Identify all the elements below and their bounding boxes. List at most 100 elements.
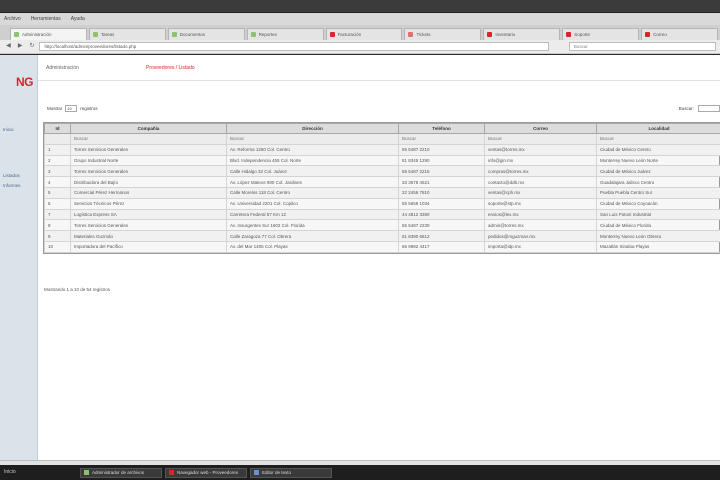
tab-label: Reportes bbox=[258, 32, 277, 37]
menu-item-ayuda[interactable]: Ayuda bbox=[71, 16, 85, 22]
table-search-control: Buscar: bbox=[679, 105, 720, 112]
main-content: Administración Proveedores / Listado Mos… bbox=[38, 55, 720, 460]
tab-favicon-icon bbox=[329, 32, 335, 37]
browser-tab[interactable]: Tareas bbox=[88, 28, 166, 40]
browser-tab[interactable]: Inventario bbox=[483, 28, 561, 40]
table-cell: Calle Zaragoza 77 Col. Obrera bbox=[226, 230, 399, 242]
tab-favicon-icon bbox=[92, 32, 98, 37]
tab-favicon-icon bbox=[645, 32, 651, 37]
table-cell: 33 3678 4521 bbox=[398, 176, 485, 188]
table-search-input[interactable] bbox=[698, 105, 720, 112]
column-header[interactable]: Id bbox=[44, 123, 71, 134]
table-cell: Ciudad de México Centro bbox=[596, 143, 720, 156]
table-row[interactable]: 3 Torres Servicios Generales Calle Hidalgo… bbox=[44, 165, 720, 178]
tab-label: Tickets bbox=[416, 32, 431, 37]
taskbar-item-label: Editor de texto bbox=[262, 470, 292, 475]
browser-tab[interactable]: Tickets bbox=[404, 28, 482, 40]
column-header[interactable]: Localidad bbox=[596, 123, 720, 134]
window-titlebar bbox=[0, 0, 720, 13]
table-cell: Servicios Técnicos Pérez bbox=[70, 197, 227, 210]
reload-icon[interactable]: ↻ bbox=[28, 42, 37, 51]
taskbar-item[interactable]: Editor de texto bbox=[250, 467, 332, 478]
menu-item-herramientas[interactable]: Herramientas bbox=[31, 16, 61, 22]
taskbar-item-label: Navegador web - Proveedores bbox=[177, 470, 239, 475]
table-cell: Av. Insurgentes Sur 1602 Col. Florida bbox=[226, 219, 399, 232]
taskbar-item[interactable]: Administrador de archivos bbox=[80, 467, 162, 478]
table-cell: Av. Universidad 2201 Col. Copilco bbox=[226, 197, 399, 210]
table-cell: Ciudad de México Florida bbox=[596, 219, 720, 232]
table-cell: 8 bbox=[44, 219, 71, 232]
table-cell: 4 bbox=[44, 176, 71, 188]
table-cell: Torres Servicios Generales bbox=[70, 165, 227, 178]
table-filter-row: Buscar Buscar Buscar Buscar Buscar bbox=[44, 133, 720, 145]
app-icon bbox=[254, 470, 259, 475]
table-cell: envios@lex.mx bbox=[484, 208, 597, 221]
table-cell: 5 bbox=[44, 186, 71, 199]
column-header[interactable]: Compañía bbox=[70, 123, 227, 134]
records-suffix-label: registros bbox=[80, 106, 98, 111]
tab-favicon-icon bbox=[566, 32, 572, 37]
table-row[interactable]: 8 Torres Servicios Generales Av. Insurgent… bbox=[44, 219, 720, 232]
column-header[interactable]: Teléfono bbox=[398, 123, 485, 134]
back-icon[interactable]: ◀ bbox=[4, 42, 13, 51]
table-search-label: Buscar: bbox=[678, 106, 694, 111]
table-cell: 81 8345 1290 bbox=[398, 154, 485, 167]
table-cell: pedidos@mguzman.mx bbox=[484, 230, 597, 242]
taskbar-item[interactable]: Navegador web - Proveedores bbox=[165, 467, 247, 478]
table-cell: Logística Express SA bbox=[70, 208, 227, 221]
column-header[interactable]: Dirección bbox=[226, 123, 399, 134]
browser-tab-bar: Administración Tareas Documentos Reportes Fa… bbox=[0, 25, 720, 40]
table-cell: San Luis Potosí Industrial bbox=[596, 208, 720, 221]
table-cell: Grupo Industrial Norte bbox=[70, 154, 227, 167]
column-filter-input[interactable] bbox=[44, 133, 71, 145]
browser-tab[interactable]: Reportes bbox=[246, 28, 324, 40]
table-row[interactable]: 7 Logística Express SA Carretera Federal 5… bbox=[44, 208, 720, 221]
forward-icon[interactable]: ▶ bbox=[16, 42, 25, 51]
table-row[interactable]: 2 Grupo Industrial Norte Blvd. Independenc… bbox=[44, 154, 720, 167]
browser-tab[interactable]: Correo bbox=[641, 28, 719, 40]
table-row[interactable]: 5 Comercial Pérez Hermanos Calle Morelos 1… bbox=[44, 186, 720, 199]
table-cell: 6 bbox=[44, 197, 71, 210]
table-cell: contacto@ddb.mx bbox=[484, 176, 597, 188]
app-logo[interactable]: NG bbox=[0, 73, 36, 91]
table-cell: Guadalajara Jalisco Centro bbox=[596, 176, 720, 188]
start-button[interactable]: Inicio bbox=[4, 468, 16, 477]
topnav-administracion[interactable]: Administración bbox=[46, 65, 79, 71]
table-row[interactable]: 1 Torres Servicios Generales Av. Reforma 1… bbox=[44, 143, 720, 156]
table-row[interactable]: 4 Distribuidora del Bajío Av. López Mateos… bbox=[44, 176, 720, 188]
browser-search-bar[interactable]: Buscar bbox=[568, 42, 716, 51]
sidebar: NG Inicio Listados Informes bbox=[0, 55, 38, 460]
table-cell: Torres Servicios Generales bbox=[70, 219, 227, 232]
sidebar-link-inicio[interactable]: Inicio bbox=[3, 127, 14, 132]
table-cell: 2 bbox=[44, 154, 71, 167]
column-filter-input[interactable]: Buscar bbox=[596, 133, 720, 145]
table-row[interactable]: 9 Materiales Guzmán Calle Zaragoza 77 Col.… bbox=[44, 230, 720, 242]
column-filter-input[interactable]: Buscar bbox=[398, 133, 485, 145]
table-cell: 3 bbox=[44, 165, 71, 178]
browser-tab[interactable]: Documentos bbox=[167, 28, 245, 40]
url-bar[interactable]: http://localhost/admin/proveedores/lista… bbox=[39, 42, 549, 51]
table-cell: info@gin.mx bbox=[484, 154, 597, 167]
table-cell: 7 bbox=[44, 208, 71, 221]
records-per-page-select[interactable]: 10 bbox=[65, 105, 78, 112]
tab-favicon-icon bbox=[171, 32, 177, 37]
sidebar-link-informes[interactable]: Informes bbox=[3, 183, 21, 188]
browser-tab[interactable]: Soporte bbox=[562, 28, 640, 40]
browser-tab[interactable]: Facturación bbox=[325, 28, 403, 40]
column-filter-input[interactable]: Buscar bbox=[226, 133, 399, 145]
menu-item-archivo[interactable]: Archivo bbox=[4, 16, 21, 22]
tab-favicon-icon bbox=[408, 32, 414, 37]
taskbar: Inicio Administrador de archivos Navegado… bbox=[0, 465, 720, 480]
table-cell: Comercial Pérez Hermanos bbox=[70, 186, 227, 199]
table-cell: 55 5487 2215 bbox=[398, 165, 485, 178]
topnav-proveedores-listado[interactable]: Proveedores / Listado bbox=[146, 65, 195, 71]
records-show-label: Mostrar bbox=[47, 106, 63, 111]
table-row[interactable]: 6 Servicios Técnicos Pérez Av. Universidad… bbox=[44, 197, 720, 210]
table-row[interactable]: 10 Importadora del Pacífico Av. del Mar 14… bbox=[44, 240, 720, 253]
table-cell: importa@idp.mx bbox=[484, 240, 597, 253]
column-filter-input[interactable]: Buscar bbox=[484, 133, 597, 145]
column-filter-input[interactable]: Buscar bbox=[70, 133, 227, 145]
browser-tab[interactable]: Administración bbox=[10, 28, 87, 40]
column-header[interactable]: Correo bbox=[484, 123, 597, 134]
sidebar-link-listados[interactable]: Listados bbox=[3, 173, 20, 178]
